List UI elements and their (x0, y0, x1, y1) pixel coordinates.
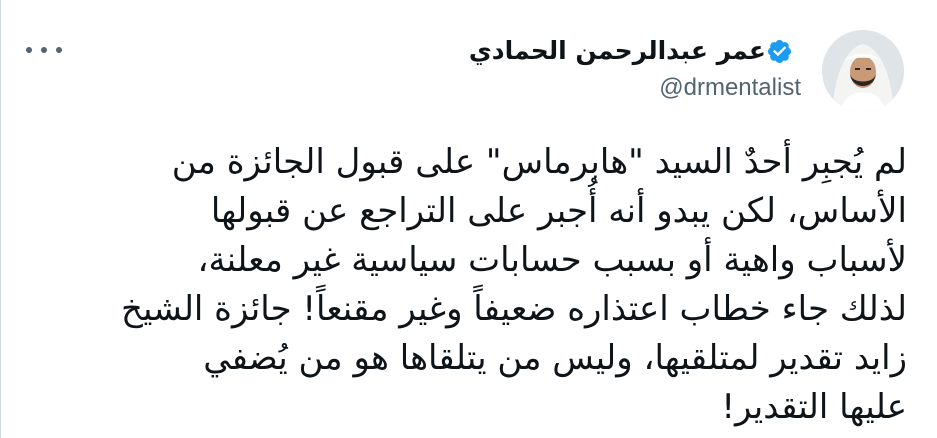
avatar[interactable] (822, 30, 904, 112)
author-name-row[interactable]: عمر عبدالرحمن الحمادي (469, 36, 801, 66)
author-display-name[interactable]: عمر عبدالرحمن الحمادي (469, 36, 766, 66)
profile-photo-icon (822, 30, 904, 112)
more-horizontal-icon-dot (56, 47, 62, 53)
tweet-text-line: عليها التقدير! (721, 387, 907, 427)
tweet-text-line: لم يُجبِر أحدٌ السيد "هابرماس" على قبول … (171, 142, 907, 182)
author-handle[interactable]: @drmentalist (659, 74, 801, 102)
more-options-button[interactable] (26, 38, 62, 62)
more-horizontal-icon-dot (41, 47, 47, 53)
tweet-card: عمر عبدالرحمن الحمادي @drmentalist لم يُ… (0, 0, 937, 438)
verified-badge-icon (767, 39, 792, 63)
tweet-text-line: الأساس، لكن يبدو أنه أُجبر على التراجع ع… (210, 191, 907, 231)
tweet-text-line: زايد تقدير لمتلقيها، وليس من يتلقاها هو … (203, 338, 907, 378)
tweet-text: لم يُجبِر أحدٌ السيد "هابرماس" على قبول … (27, 138, 907, 432)
more-horizontal-icon (26, 47, 32, 53)
tweet-text-line: لأسباب واهية أو بسبب حسابات سياسية غير م… (197, 240, 907, 280)
tweet-text-line: لذلك جاء خطاب اعتذاره ضعيفاً وغير مقنعاً… (121, 289, 907, 329)
